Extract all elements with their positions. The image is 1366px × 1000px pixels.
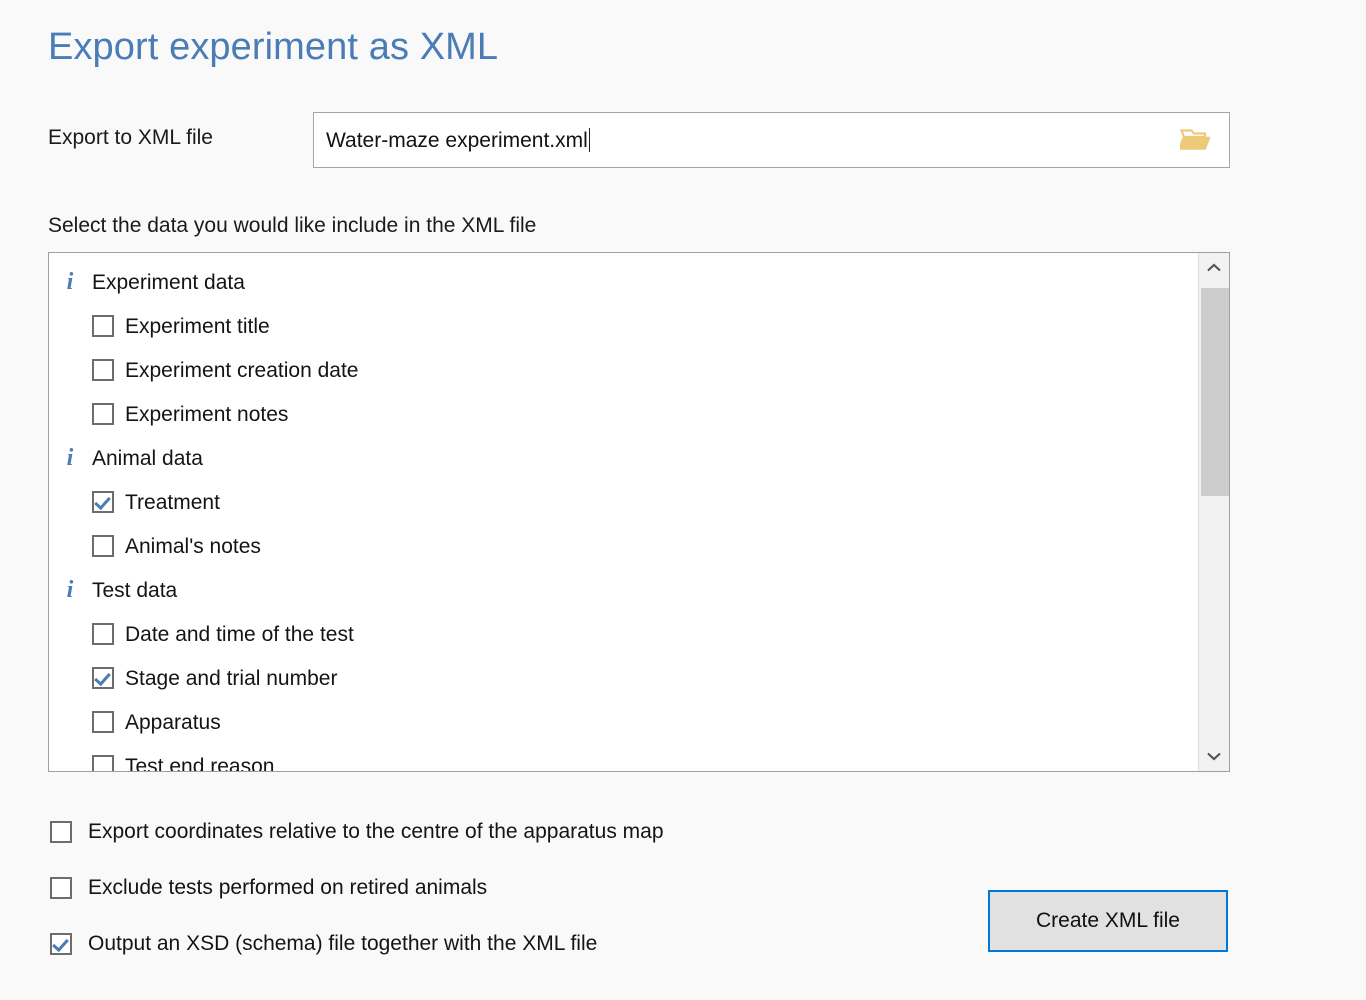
data-selection-listbox[interactable]: i Experiment data Experiment title Exper…: [48, 252, 1230, 772]
option-export-relative-coordinates[interactable]: Export coordinates relative to the centr…: [50, 804, 950, 860]
checkbox-exclude-retired-animals[interactable]: [50, 877, 72, 899]
checkbox-experiment-creation-date[interactable]: [92, 359, 114, 381]
export-file-row: Export to XML file Water-maze experiment…: [48, 112, 1230, 170]
checkbox-animals-notes[interactable]: [92, 535, 114, 557]
list-item-date-and-time-of-the-test[interactable]: Date and time of the test: [49, 612, 1198, 656]
info-icon[interactable]: i: [59, 446, 81, 470]
checkbox-treatment[interactable]: [92, 491, 114, 513]
list-item-label: Treatment: [125, 490, 220, 514]
list-group-label: Experiment data: [92, 270, 245, 294]
info-icon[interactable]: i: [59, 578, 81, 602]
scrollbar-track[interactable]: [1199, 283, 1229, 741]
list-group-label: Test data: [92, 578, 178, 602]
chevron-down-icon: [1207, 751, 1221, 761]
export-file-value[interactable]: Water-maze experiment.xml: [314, 128, 1165, 153]
option-label: Export coordinates relative to the centr…: [88, 820, 664, 843]
list-item-label: Animal's notes: [125, 534, 261, 558]
list-item-experiment-creation-date[interactable]: Experiment creation date: [49, 348, 1198, 392]
list-item-stage-and-trial-number[interactable]: Stage and trial number: [49, 656, 1198, 700]
checkbox-experiment-notes[interactable]: [92, 403, 114, 425]
list-group-test-data[interactable]: i Test data: [49, 568, 1198, 612]
scroll-down-button[interactable]: [1199, 741, 1229, 771]
info-icon[interactable]: i: [59, 270, 81, 294]
chevron-up-icon: [1207, 263, 1221, 273]
option-label: Output an XSD (schema) file together wit…: [88, 932, 598, 955]
checkbox-stage-and-trial-number[interactable]: [92, 667, 114, 689]
list-item-label: Experiment title: [125, 314, 270, 338]
list-item-label: Date and time of the test: [125, 622, 354, 646]
list-item-test-end-reason[interactable]: Test end reason: [49, 744, 1198, 771]
export-file-label: Export to XML file: [48, 126, 213, 149]
create-xml-file-button[interactable]: Create XML file: [988, 890, 1228, 952]
option-exclude-retired-animals[interactable]: Exclude tests performed on retired anima…: [50, 860, 950, 916]
list-item-label: Stage and trial number: [125, 666, 338, 690]
list-item-treatment[interactable]: Treatment: [49, 480, 1198, 524]
browse-file-button[interactable]: [1165, 113, 1229, 167]
list-group-label: Animal data: [92, 446, 203, 470]
list-item-experiment-notes[interactable]: Experiment notes: [49, 392, 1198, 436]
list-item-label: Test end reason: [125, 754, 275, 772]
checkbox-test-end-reason[interactable]: [92, 755, 114, 771]
list-item-experiment-title[interactable]: Experiment title: [49, 304, 1198, 348]
export-file-field[interactable]: Water-maze experiment.xml: [313, 112, 1230, 168]
checkbox-output-xsd-schema[interactable]: [50, 933, 72, 955]
option-label: Exclude tests performed on retired anima…: [88, 876, 488, 899]
list-item-label: Experiment creation date: [125, 358, 359, 382]
data-selection-items: i Experiment data Experiment title Exper…: [49, 253, 1198, 771]
option-output-xsd-schema[interactable]: Output an XSD (schema) file together wit…: [50, 916, 950, 972]
scroll-up-button[interactable]: [1199, 253, 1229, 283]
folder-open-icon: [1178, 125, 1214, 156]
checkbox-apparatus[interactable]: [92, 711, 114, 733]
list-item-label: Experiment notes: [125, 402, 289, 426]
listbox-scrollbar[interactable]: [1198, 253, 1229, 771]
export-options: Export coordinates relative to the centr…: [50, 804, 950, 972]
page-title: Export experiment as XML: [48, 26, 499, 68]
checkbox-experiment-title[interactable]: [92, 315, 114, 337]
list-item-label: Apparatus: [125, 710, 221, 734]
list-item-apparatus[interactable]: Apparatus: [49, 700, 1198, 744]
list-item-animals-notes[interactable]: Animal's notes: [49, 524, 1198, 568]
list-group-animal-data[interactable]: i Animal data: [49, 436, 1198, 480]
select-data-label: Select the data you would like include i…: [48, 214, 537, 237]
checkbox-export-relative-coordinates[interactable]: [50, 821, 72, 843]
scrollbar-thumb[interactable]: [1201, 288, 1229, 496]
list-group-experiment-data[interactable]: i Experiment data: [49, 260, 1198, 304]
checkbox-date-and-time-of-the-test[interactable]: [92, 623, 114, 645]
